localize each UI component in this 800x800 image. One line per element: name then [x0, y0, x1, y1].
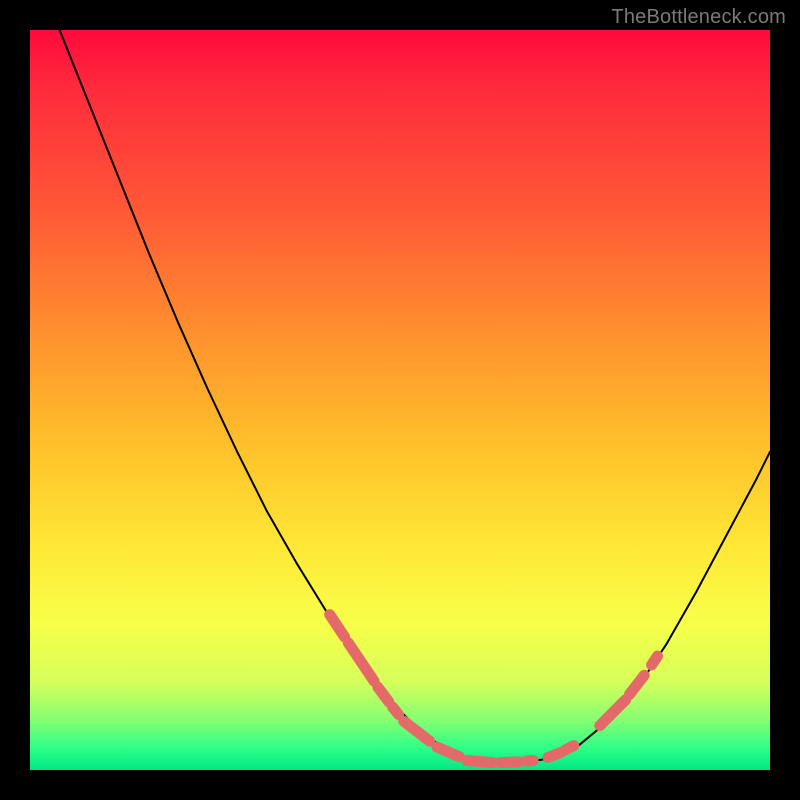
highlight-markers: [330, 615, 658, 763]
highlight-segment: [629, 675, 644, 694]
plot-area: [30, 30, 770, 770]
highlight-segment: [348, 643, 374, 681]
highlight-segment: [565, 746, 574, 750]
highlight-segment: [500, 762, 519, 763]
highlight-segment: [467, 760, 493, 762]
chart-frame: TheBottleneck.com: [0, 0, 800, 800]
bottleneck-curve-path: [60, 30, 770, 763]
highlight-segment: [600, 700, 626, 726]
curve-svg: [30, 30, 770, 770]
highlight-segment: [378, 687, 389, 702]
highlight-segment: [526, 760, 533, 761]
bottleneck-curve: [60, 30, 770, 763]
highlight-segment: [404, 721, 430, 741]
highlight-segment: [330, 615, 345, 637]
highlight-segment: [393, 707, 399, 714]
highlight-segment: [548, 752, 561, 757]
highlight-segment: [652, 656, 658, 665]
watermark-text: TheBottleneck.com: [611, 6, 786, 29]
highlight-segment: [437, 747, 459, 757]
